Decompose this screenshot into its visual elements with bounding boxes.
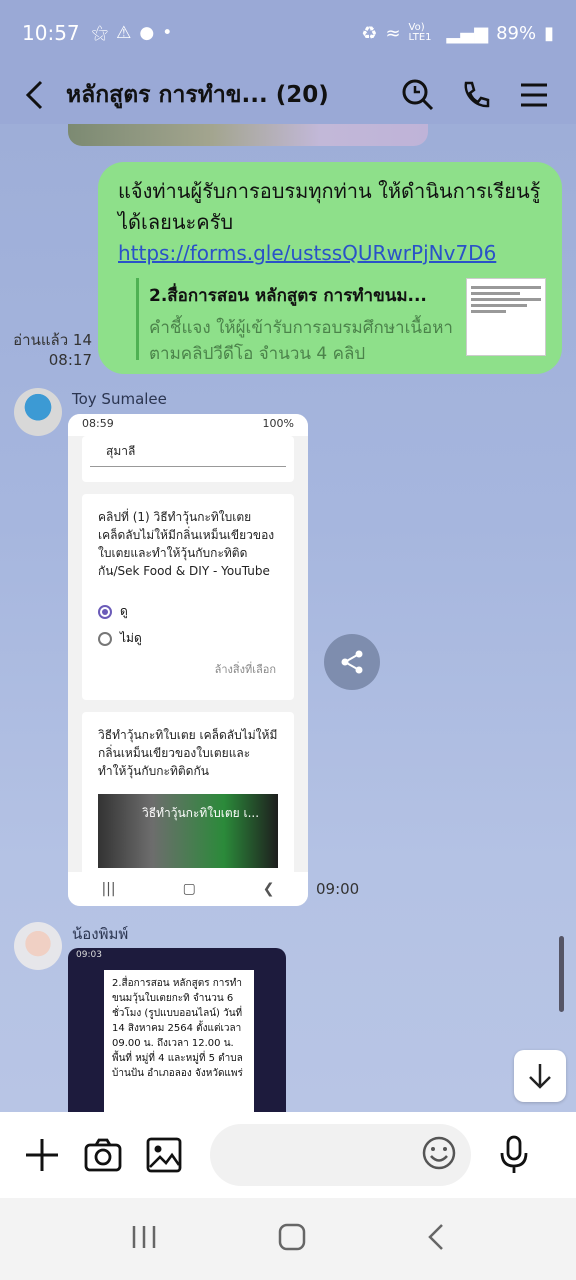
home-icon: ▢ (182, 881, 196, 897)
previous-image-message[interactable] (68, 124, 428, 146)
avatar[interactable] (14, 388, 62, 436)
scroll-to-bottom-button[interactable] (514, 1050, 566, 1102)
preview-title: 2.สื่อการสอน หลักสูตร การทำขนม... (149, 286, 427, 306)
video-title: วิธีทำวุ้นกะทิใบเตย เ... (142, 806, 260, 820)
screenshot-status-bar: 08:59 100% (68, 414, 308, 436)
message-time: 09:00 (316, 880, 360, 898)
radio-option-no: ไม่ดู (98, 629, 278, 648)
message-body: แจ้งท่านผู้รับการอบรมทุกท่าน ให้ดำนินการ… (118, 179, 541, 234)
screenshot-battery: 100% (262, 417, 294, 430)
arrow-down-icon (529, 1064, 551, 1089)
share-button[interactable] (324, 634, 380, 690)
sender-name: Toy Sumalee (72, 390, 167, 408)
form-name-value: สุมาลี (90, 436, 286, 467)
camera-icon (84, 1138, 122, 1172)
gallery-button[interactable] (144, 1133, 185, 1177)
back-nav-button[interactable] (426, 1223, 446, 1255)
form-video-card: วิธีทำวุ้นกะทิใบเตย เคล็ดลับไม่ให้มีกลิ่… (82, 712, 294, 882)
sender-name: น้องพิมพ์ (72, 925, 129, 943)
phone-icon (464, 81, 490, 108)
search-button[interactable] (396, 73, 440, 117)
recents-icon (132, 1226, 155, 1248)
battery-icon: ▮ (544, 22, 554, 44)
home-icon (278, 1223, 306, 1251)
plus-icon (26, 1139, 59, 1171)
battery-percent: 89% (496, 22, 537, 44)
warning-icon: ⚠ (116, 23, 132, 43)
message-time: 08:17 (48, 351, 92, 369)
avatar[interactable] (14, 922, 62, 970)
status-bar: 10:57 ⚝ ⚠ ● • ♻ ≈ Vo) LTE1 ▂▄▆ 89% ▮ (0, 0, 576, 66)
signal-icon: ▂▄▆ (446, 22, 489, 44)
home-button[interactable] (277, 1222, 307, 1256)
link-preview[interactable]: 2.สื่อการสอน หลักสูตร การทำขนม... คำชี้แ… (136, 278, 546, 364)
recents-icon: ||| (101, 881, 116, 897)
menu-button[interactable] (512, 73, 556, 117)
system-nav-bar (0, 1198, 576, 1280)
search-icon (402, 79, 434, 111)
screenshot-paper-text: 2.สื่อการสอน หลักสูตร การทำขนมวุ้นใบเตยก… (104, 970, 254, 1112)
message-meta: อ่านแล้ว 14 08:17 (0, 330, 92, 370)
chat-title[interactable]: หลักสูตร การทำข... (20) (66, 77, 382, 113)
image-message[interactable]: 09:03 2.สื่อการสอน หลักสูตร การทำขนมวุ้น… (68, 948, 286, 1112)
app-notification-icon: ⚝ (91, 23, 109, 43)
read-receipt: อ่านแล้ว 14 (13, 331, 92, 349)
option-label: ดู (120, 604, 128, 618)
form-question: คลิปที่ (1) วิธีทำวุ้นกะทิใบเตย เคล็ดลับ… (98, 510, 275, 578)
message-text: แจ้งท่านผู้รับการอบรมทุกท่าน ให้ดำนินการ… (118, 176, 542, 269)
message-link[interactable]: https://forms.gle/ustssQURwrPjNv7D6 (118, 241, 496, 265)
notification-icons: ⚝ ⚠ ● • (92, 23, 173, 43)
clear-selection: ล้างสิ่งที่เลือก (214, 663, 276, 676)
call-button[interactable] (454, 73, 498, 117)
emoji-button[interactable] (421, 1135, 457, 1175)
message-input[interactable] (210, 1124, 472, 1186)
screenshot-time: 08:59 (82, 417, 114, 430)
battery-saver-icon: ♻ (361, 22, 378, 44)
status-time: 10:57 (22, 21, 80, 45)
radio-empty-icon (98, 631, 112, 646)
line-icon: ● (139, 23, 155, 43)
add-button[interactable] (22, 1133, 63, 1177)
recents-button[interactable] (130, 1224, 158, 1254)
image-icon (146, 1137, 182, 1173)
screenshot-status-time: 09:03 (76, 950, 102, 960)
video-thumbnail: วิธีทำวุ้นกะทิใบเตย เ... (98, 794, 278, 868)
input-bar (0, 1112, 576, 1198)
scrollbar-thumb[interactable] (559, 936, 564, 1012)
microphone-icon (500, 1135, 527, 1173)
emoji-icon (422, 1136, 456, 1170)
voice-button[interactable] (493, 1133, 534, 1177)
form-name-card: สุมาลี (82, 436, 294, 482)
chevron-left-icon (428, 1224, 444, 1250)
outgoing-message-bubble[interactable]: แจ้งท่านผู้รับการอบรมทุกท่าน ให้ดำนินการ… (98, 162, 562, 374)
preview-description: คำชี้แจง ให้ผู้เข้ารับการอบรมศึกษาเนื้อห… (149, 318, 453, 364)
preview-thumbnail (466, 278, 546, 356)
chat-header: หลักสูตร การทำข... (20) (0, 66, 576, 124)
hamburger-icon (521, 83, 547, 107)
video-description: วิธีทำวุ้นกะทิใบเตย เคล็ดลับไม่ให้มีกลิ่… (98, 728, 278, 778)
back-icon: ❮ (262, 881, 275, 897)
back-button[interactable] (20, 73, 48, 117)
image-message[interactable]: 08:59 100% สุมาลี คลิปที่ (1) วิธีทำวุ้น… (68, 414, 308, 906)
camera-button[interactable] (83, 1133, 124, 1177)
dot-icon: • (162, 23, 173, 43)
share-icon (341, 650, 363, 674)
screenshot-nav-bar: ||| ▢ ❮ (68, 872, 308, 906)
radio-option-yes: ดู (98, 602, 278, 621)
chevron-left-icon (25, 80, 43, 110)
chat-area[interactable]: แจ้งท่านผู้รับการอบรมทุกท่าน ให้ดำนินการ… (0, 124, 576, 1112)
wifi-icon: ≈ (385, 22, 401, 44)
option-label: ไม่ดู (120, 631, 142, 645)
network-label: Vo) LTE1 (408, 22, 432, 43)
radio-selected-icon (98, 604, 112, 619)
form-question-card: คลิปที่ (1) วิธีทำวุ้นกะทิใบเตย เคล็ดลับ… (82, 494, 294, 700)
